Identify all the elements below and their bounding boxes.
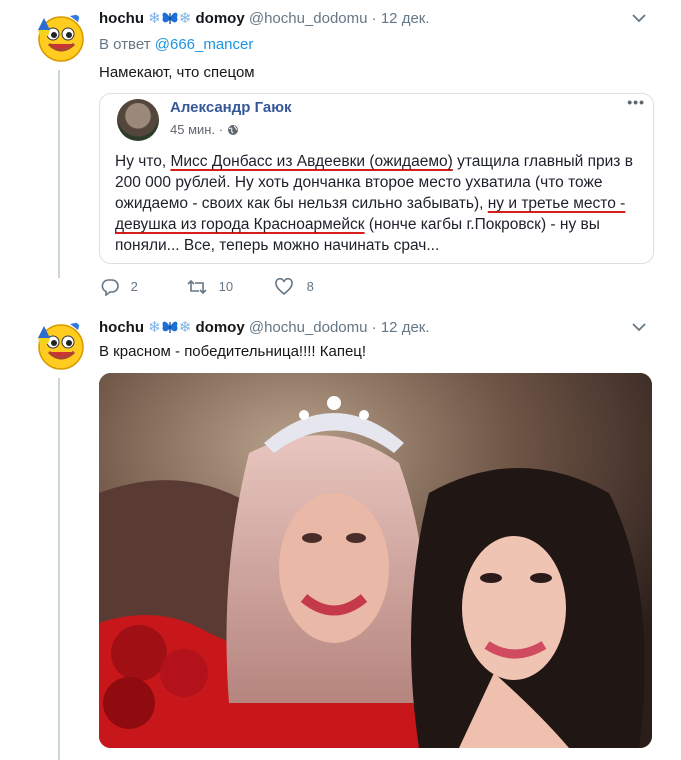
tweet-date[interactable]: 12 дек. <box>381 319 430 336</box>
fb-post-meta: 45 мин. · <box>170 122 239 137</box>
fb-post-time[interactable]: 45 мин. <box>170 122 215 137</box>
more-options-icon[interactable]: ••• <box>627 94 645 110</box>
chevron-down-icon[interactable] <box>632 319 646 337</box>
user-handle[interactable]: @hochu_dodomu <box>249 10 368 27</box>
emoji-avatar-icon <box>38 14 84 62</box>
snowflake-icon: ❄ <box>148 10 161 27</box>
tweet-photo[interactable] <box>99 373 652 748</box>
emoji-avatar-icon <box>38 322 84 370</box>
like-count: 8 <box>306 279 314 294</box>
display-name[interactable]: hochu <box>99 10 144 27</box>
display-name-suffix[interactable]: domoy <box>196 10 245 27</box>
display-name[interactable]: hochu <box>99 319 144 336</box>
retweet-count: 10 <box>218 279 234 294</box>
reply-context: В ответ @666_mancer <box>99 36 253 53</box>
thread-line <box>58 378 60 760</box>
fb-post-text: Ну что, Мисс Донбасс из Авдеевки (ожидае… <box>115 151 643 256</box>
quoted-facebook-post[interactable]: Александр Гаюк 45 мин. · ••• Ну что, Мис… <box>99 93 654 264</box>
butterfly-icon <box>161 10 179 30</box>
retweet-icon <box>187 279 207 295</box>
reply-prefix: В ответ <box>99 36 151 53</box>
separator: · <box>371 319 377 336</box>
fb-author-avatar[interactable] <box>117 99 159 141</box>
fb-text-highlight: Мисс Донбасс из Авдеевки (ожидаемо) <box>170 153 453 170</box>
reply-count: 2 <box>130 279 138 294</box>
tweet-date[interactable]: 12 дек. <box>381 10 430 27</box>
snowflake-icon: ❄ <box>178 10 192 27</box>
reply-icon <box>101 279 119 297</box>
dot-separator: · <box>218 122 224 137</box>
retweet-button[interactable]: 10 <box>187 278 233 296</box>
reply-handle-link[interactable]: @666_mancer <box>155 36 254 53</box>
heart-icon <box>275 277 293 296</box>
globe-icon <box>227 122 239 137</box>
butterfly-icon <box>161 319 179 339</box>
chevron-down-icon[interactable] <box>632 10 646 28</box>
avatar[interactable] <box>34 10 88 64</box>
fb-author-name[interactable]: Александр Гаюк <box>170 99 292 116</box>
tweet-text: В красном - победительница!!!! Капец! <box>99 343 367 360</box>
display-name-suffix[interactable]: domoy <box>196 319 245 336</box>
snowflake-icon: ❄ <box>148 319 161 336</box>
fb-text-part: Ну что, <box>115 153 171 170</box>
tweet-header: hochu ❄ ❄ domoy @hochu_dodomu · 12 дек. <box>99 9 430 30</box>
tweet-header: hochu ❄ ❄ domoy @hochu_dodomu · 12 дек. <box>99 318 430 339</box>
thread-line <box>58 70 60 278</box>
separator: · <box>371 10 377 27</box>
avatar[interactable] <box>34 318 88 372</box>
user-handle[interactable]: @hochu_dodomu <box>249 319 368 336</box>
photo-image <box>99 373 652 748</box>
like-button[interactable]: 8 <box>275 277 314 296</box>
snowflake-icon: ❄ <box>178 319 192 336</box>
tweet-text: Намекают, что спецом <box>99 64 255 81</box>
reply-button[interactable]: 2 <box>101 278 138 297</box>
